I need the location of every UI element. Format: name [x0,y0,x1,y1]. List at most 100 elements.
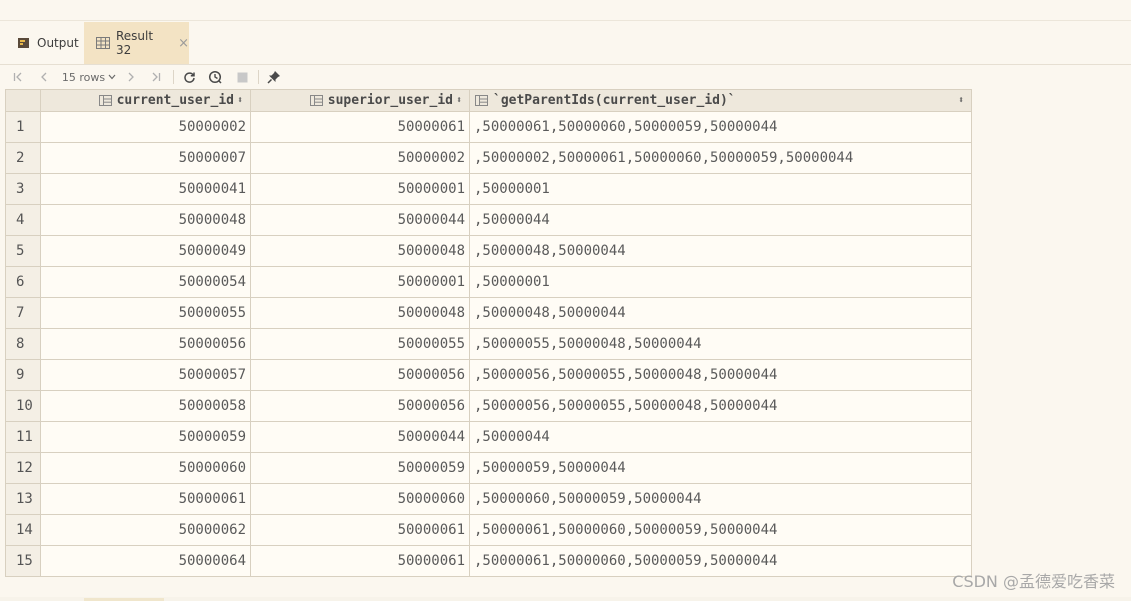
cell-current-user-id[interactable]: 50000054 [40,266,251,298]
table-row[interactable]: 1 50000002 50000061,50000061,50000060,5000… [5,111,972,143]
close-icon[interactable]: × [178,36,189,51]
cell-superior-user-id[interactable]: 50000048 [250,297,470,329]
toolbar-separator [173,70,174,84]
stop-icon[interactable] [234,65,250,89]
tab-result[interactable]: Result 32 × [84,22,189,64]
table-row[interactable]: 7 50000055 50000048,50000048,50000044 [5,297,972,329]
cell-superior-user-id[interactable]: 50000060 [250,483,470,515]
column-header-current-user-id[interactable]: current_user_id ⬍ [40,89,251,112]
column-icon [475,95,488,106]
table-row[interactable]: 6 50000054 50000001,50000001 [5,266,972,298]
cell-superior-user-id[interactable]: 50000055 [250,328,470,360]
table-row[interactable]: 9 50000057 50000056,50000056,50000055,5000… [5,359,972,391]
cell-current-user-id[interactable]: 50000048 [40,204,251,236]
cell-current-user-id[interactable]: 50000049 [40,235,251,267]
sort-icon[interactable]: ⬍ [237,95,243,106]
cell-current-user-id[interactable]: 50000062 [40,514,251,546]
next-page-icon[interactable] [124,65,138,89]
cell-current-user-id[interactable]: 50000058 [40,390,251,422]
cell-parent-ids[interactable]: ,50000061,50000060,50000059,50000044 [469,545,972,577]
cell-parent-ids[interactable]: ,50000044 [469,421,972,453]
header-row: current_user_id ⬍ superior_user_id ⬍ `ge… [5,89,972,112]
cell-current-user-id[interactable]: 50000059 [40,421,251,453]
cell-superior-user-id[interactable]: 50000059 [250,452,470,484]
cell-parent-ids[interactable]: ,50000001 [469,173,972,205]
toolbar-separator [258,70,259,84]
column-label: superior_user_id [327,93,453,108]
table-row[interactable]: 11 50000059 50000044,50000044 [5,421,972,453]
cell-current-user-id[interactable]: 50000002 [40,111,251,143]
cell-superior-user-id[interactable]: 50000048 [250,235,470,267]
cell-superior-user-id[interactable]: 50000001 [250,266,470,298]
cell-current-user-id[interactable]: 50000057 [40,359,251,391]
chevron-down-icon [108,74,116,80]
column-header-superior-user-id[interactable]: superior_user_id ⬍ [250,89,470,112]
prev-page-icon[interactable] [37,65,51,89]
row-number: 13 [5,483,41,515]
cell-current-user-id[interactable]: 50000056 [40,328,251,360]
cell-superior-user-id[interactable]: 50000061 [250,545,470,577]
top-strip [0,0,1131,21]
row-number: 5 [5,235,41,267]
pin-icon[interactable] [266,65,282,89]
cell-superior-user-id[interactable]: 50000001 [250,173,470,205]
table-icon [96,37,110,49]
sort-icon[interactable]: ⬍ [456,95,462,106]
tab-output[interactable]: Output [17,22,79,64]
cell-parent-ids[interactable]: ,50000044 [469,204,972,236]
table-row[interactable]: 8 50000056 50000055,50000055,50000048,5000… [5,328,972,360]
cell-superior-user-id[interactable]: 50000056 [250,390,470,422]
row-number: 2 [5,142,41,174]
column-header-get-parent-ids[interactable]: `getParentIds(current_user_id)` ⬍ [469,89,972,112]
cell-parent-ids[interactable]: ,50000059,50000044 [469,452,972,484]
cell-superior-user-id[interactable]: 50000044 [250,204,470,236]
cell-current-user-id[interactable]: 50000060 [40,452,251,484]
row-number: 1 [5,111,41,143]
last-page-icon[interactable] [149,65,163,89]
cell-parent-ids[interactable]: ,50000001 [469,266,972,298]
cell-superior-user-id[interactable]: 50000056 [250,359,470,391]
table-row[interactable]: 4 50000048 50000044,50000044 [5,204,972,236]
refresh-icon[interactable] [181,65,197,89]
cell-superior-user-id[interactable]: 50000002 [250,142,470,174]
cell-parent-ids[interactable]: ,50000060,50000059,50000044 [469,483,972,515]
row-number: 15 [5,545,41,577]
cell-current-user-id[interactable]: 50000055 [40,297,251,329]
result-toolbar: 15 rows [0,65,1131,89]
row-number: 14 [5,514,41,546]
cell-superior-user-id[interactable]: 50000061 [250,514,470,546]
cell-current-user-id[interactable]: 50000041 [40,173,251,205]
cell-parent-ids[interactable]: ,50000056,50000055,50000048,50000044 [469,390,972,422]
row-number: 12 [5,452,41,484]
table-row[interactable]: 12 50000060 50000059,50000059,50000044 [5,452,972,484]
cell-parent-ids[interactable]: ,50000002,50000061,50000060,50000059,500… [469,142,972,174]
cell-current-user-id[interactable]: 50000061 [40,483,251,515]
cell-parent-ids[interactable]: ,50000061,50000060,50000059,50000044 [469,514,972,546]
cell-parent-ids[interactable]: ,50000056,50000055,50000048,50000044 [469,359,972,391]
bottom-edge [0,597,1131,601]
cell-superior-user-id[interactable]: 50000061 [250,111,470,143]
cell-superior-user-id[interactable]: 50000044 [250,421,470,453]
table-row[interactable]: 14 50000062 50000061,50000061,50000060,500… [5,514,972,546]
column-icon [309,95,323,106]
table-row[interactable]: 10 50000058 50000056,50000056,50000055,500… [5,390,972,422]
cell-parent-ids[interactable]: ,50000048,50000044 [469,297,972,329]
first-page-icon[interactable] [11,65,25,89]
table-row[interactable]: 3 50000041 50000001,50000001 [5,173,972,205]
table-row[interactable]: 15 50000064 50000061,50000061,50000060,500… [5,545,972,577]
table-row[interactable]: 5 50000049 50000048,50000048,50000044 [5,235,972,267]
history-icon[interactable] [207,65,223,89]
row-number: 4 [5,204,41,236]
column-label: `getParentIds(current_user_id)` [493,93,736,108]
cell-current-user-id[interactable]: 50000064 [40,545,251,577]
rows-selector[interactable]: 15 rows [61,65,117,89]
table-row[interactable]: 2 50000007 50000002,50000002,50000061,5000… [5,142,972,174]
sort-icon[interactable]: ⬍ [958,95,964,106]
table-row[interactable]: 13 50000061 50000060,50000060,50000059,500… [5,483,972,515]
cell-parent-ids[interactable]: ,50000048,50000044 [469,235,972,267]
rows-label: 15 rows [61,70,106,84]
cell-parent-ids[interactable]: ,50000061,50000060,50000059,50000044 [469,111,972,143]
row-number: 8 [5,328,41,360]
cell-current-user-id[interactable]: 50000007 [40,142,251,174]
cell-parent-ids[interactable]: ,50000055,50000048,50000044 [469,328,972,360]
